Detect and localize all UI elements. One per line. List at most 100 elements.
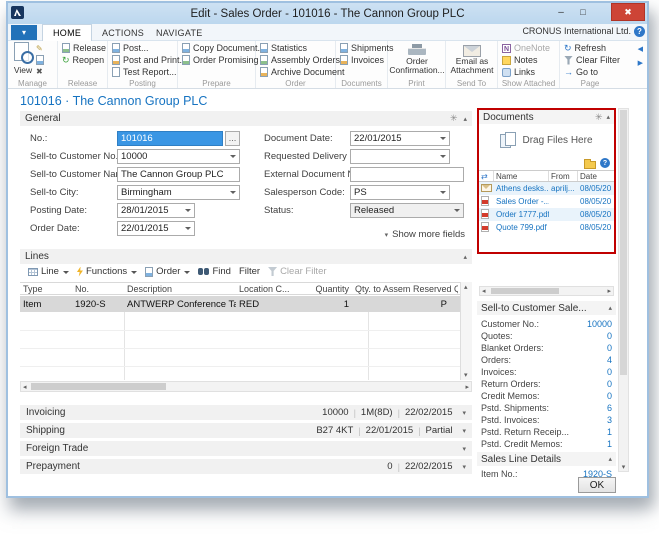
drilldown-link[interactable]: 6 [607,403,612,413]
collapse-documents-icon[interactable]: ▴ [606,113,610,121]
shipments-icon [340,43,348,53]
links-button[interactable]: Links [502,66,556,78]
assist-edit-button[interactable]: … [225,131,240,146]
order-promising-button[interactable]: Order Promising [182,54,252,66]
drilldown-link[interactable]: 0 [607,379,612,389]
tab-actions[interactable]: ACTIONS [92,24,154,41]
document-row[interactable]: Quote 799.pdf 08/05/20 [479,221,614,234]
invoices-button[interactable]: Invoices [340,54,384,66]
document-row[interactable]: Sales Order -... 08/05/20 [479,195,614,208]
customer-sales-panel-header[interactable]: Sell-to Customer Sale... ▴ [477,301,616,315]
lines-table-header[interactable]: Type No. Description Location C... Quant… [20,282,460,295]
statistics-button[interactable]: Statistics [260,42,332,54]
app-menu-button[interactable]: ▾ [11,25,37,40]
goto-button[interactable]: →Go to [564,66,617,78]
sell-to-city-field[interactable]: Birmingham [117,185,240,200]
collapse-general-icon[interactable]: ▴ [463,115,467,123]
drilldown-link[interactable]: 1 [607,427,612,437]
ribbon-prev-icon[interactable]: ◀ [638,45,643,53]
sales-line-details-header[interactable]: Sales Line Details ▴ [477,452,616,466]
drilldown-link[interactable]: 10000 [587,319,612,329]
drilldown-link[interactable]: 3 [607,415,612,425]
post-button[interactable]: Post... [112,42,174,54]
document-row[interactable]: Order 1777.pdf 08/05/20 [479,208,614,221]
delete-icon[interactable]: ✖ [36,67,44,76]
assembly-orders-button[interactable]: Assembly Orders [260,54,332,66]
post-icon [112,43,120,53]
onenote-button[interactable]: OneNote [502,42,556,54]
refresh-button[interactable]: ↻Refresh [564,42,617,54]
close-button[interactable]: ✖ [611,3,645,21]
requested-delivery-date-field[interactable] [350,149,450,164]
ribbon-group-show-attached: OneNote Notes Links Show Attached [498,41,560,88]
lines-section-header[interactable]: Lines ▴ [20,249,472,264]
filter-button[interactable]: Filter [237,266,262,277]
notes-button[interactable]: Notes [502,54,556,66]
drilldown-link[interactable]: 4 [607,355,612,365]
tab-navigate[interactable]: NAVIGATE [146,24,213,41]
posting-date-field[interactable]: 28/01/2015 [117,203,195,218]
document-row[interactable]: Athens desks... aprilj... 08/05/20 [479,182,614,195]
ribbon-next-icon[interactable]: ▶ [638,59,643,67]
document-date-field[interactable]: 22/01/2015 [350,131,450,146]
clear-filter-button[interactable]: Clear Filter [564,54,617,66]
minimize-button[interactable]: – [551,3,571,21]
pdf-icon [481,196,489,206]
sell-to-customer-name-field[interactable]: The Cannon Group PLC [117,167,240,182]
order-confirmation-button[interactable]: Order Confirmation... [392,42,442,76]
ribbon-group-posting: Post... Post and Print... Test Report...… [108,41,178,88]
view-button[interactable]: View [12,42,34,76]
gear-icon[interactable]: ✳ [595,112,603,123]
drilldown-link[interactable]: 0 [607,391,612,401]
fasttab-invoicing[interactable]: Invoicing 10000| 1M(8D)| 22/02/2015 ▾ [20,405,472,420]
collapse-customer-sales-icon[interactable]: ▴ [608,304,612,312]
drilldown-link[interactable]: 0 [607,343,612,353]
gear-icon[interactable]: ✳ [450,113,458,124]
documents-table-header[interactable]: ⇄ Name From Date [479,170,614,182]
order-date-field[interactable]: 22/01/2015 [117,221,195,236]
release-button[interactable]: Release [62,42,104,54]
line-menu-button[interactable]: Line [26,266,71,277]
factbox-vertical-scrollbar[interactable]: ▾ [618,108,629,472]
post-and-print-button[interactable]: Post and Print... [112,54,174,66]
show-more-fields-link[interactable]: ▾ Show more fields [385,229,465,240]
drilldown-link[interactable]: 1 [607,439,612,449]
collapse-sales-line-details-icon[interactable]: ▴ [608,455,612,463]
lines-vertical-scrollbar[interactable]: ▴ ▾ [460,282,472,380]
help-icon[interactable]: ? [634,26,645,37]
shipments-button[interactable]: Shipments [340,42,384,54]
salesperson-code-field[interactable]: PS [350,185,450,200]
status-field[interactable]: Released [350,203,464,218]
copy-document-button[interactable]: Copy Document... [182,42,252,54]
test-report-button[interactable]: Test Report... [112,66,174,78]
drilldown-link[interactable]: 0 [607,331,612,341]
reopen-button[interactable]: ↻Reopen [62,54,104,66]
tab-home[interactable]: HOME [42,24,92,41]
help-icon[interactable]: ? [600,158,610,168]
email-as-attachment-button[interactable]: Email as Attachment [450,42,494,76]
functions-menu-button[interactable]: Functions [75,266,139,277]
archive-document-button[interactable]: Archive Document [260,66,332,78]
maximize-button[interactable]: □ [573,3,593,21]
new-document-icon[interactable] [36,55,44,65]
collapse-lines-icon[interactable]: ▴ [463,253,467,261]
sell-to-customer-no-field[interactable]: 10000 [117,149,240,164]
documents-panel-header[interactable]: Documents ✳ ▴ [479,110,614,124]
drilldown-link[interactable]: 0 [607,367,612,377]
edit-icon[interactable]: ✎ [36,44,44,53]
lines-table-row[interactable]: Item 1920-S ANTWERP Conference Table RED… [20,296,460,312]
documents-horizontal-scrollbar[interactable]: ◂ ▸ [479,286,614,296]
clear-filter-button-lines[interactable]: Clear Filter [266,266,328,277]
lines-horizontal-scrollbar[interactable]: ◂ ▸ [20,381,472,392]
fasttab-foreign-trade[interactable]: Foreign Trade ▾ [20,441,472,456]
general-section-header[interactable]: General ✳ ▴ [20,111,472,126]
drag-files-dropzone[interactable]: Drag Files Here [479,124,614,156]
find-button[interactable]: Find [196,266,232,277]
external-document-no-field[interactable] [350,167,464,182]
fasttab-shipping[interactable]: Shipping B27 4KT| 22/01/2015| Partial ▾ [20,423,472,438]
order-menu-button[interactable]: Order [143,266,192,277]
folder-icon[interactable] [584,161,596,169]
fasttab-prepayment[interactable]: Prepayment 0| 22/02/2015 ▾ [20,459,472,474]
ok-button[interactable]: OK [578,477,616,493]
no-field[interactable]: 101016 [117,131,223,146]
